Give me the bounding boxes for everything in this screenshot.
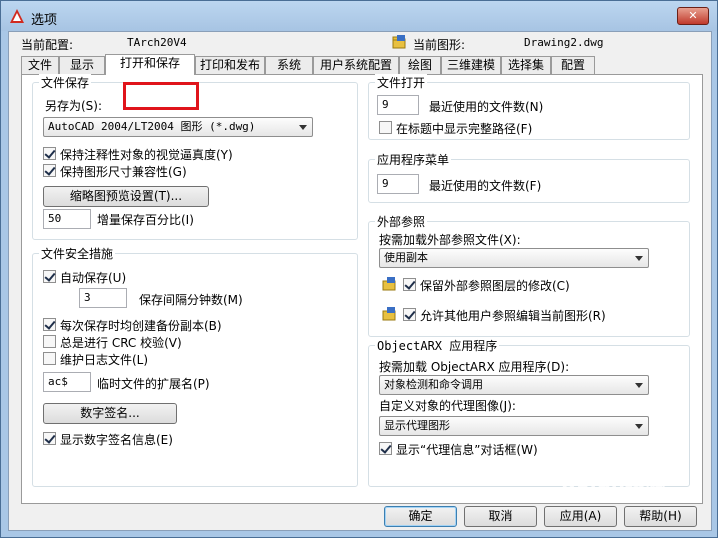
log-file-label: 维护日志文件(L) — [60, 353, 149, 367]
show-proxy-dialog-label: 显示“代理信息”对话框(W) — [396, 443, 538, 457]
tab-highlight-annotation — [123, 82, 199, 110]
current-drawing-label: 当前图形: — [413, 38, 466, 52]
objectarx-title: ObjectARX 应用程序 — [375, 337, 500, 354]
current-profile-value: TArch20V4 — [127, 36, 187, 49]
show-signature-checkbox[interactable] — [43, 432, 56, 445]
thumbnail-settings-button[interactable]: 缩略图预览设置(T)... — [43, 186, 209, 207]
tab-drafting[interactable]: 绘图 — [399, 56, 441, 74]
arx-demand-load-select[interactable]: 对象检测和命令调用 — [379, 375, 649, 395]
full-path-label: 在标题中显示完整路径(F) — [396, 122, 533, 136]
arx-demand-load-label: 按需加载 ObjectARX 应用程序(D): — [379, 360, 570, 374]
proxy-images-label: 自定义对象的代理图像(J): — [379, 399, 516, 413]
xref-layer-icon — [382, 277, 396, 291]
autosave-interval-label: 保存间隔分钟数(M) — [139, 293, 243, 307]
tab-system[interactable]: 系统 — [265, 56, 313, 74]
title-bar[interactable]: 选项 ✕ — [1, 1, 717, 31]
keep-annotative-checkbox[interactable] — [43, 147, 56, 160]
cancel-button[interactable]: 取消 — [464, 506, 537, 527]
incremental-save-label: 增量保存百分比(I) — [97, 213, 194, 227]
crc-label: 总是进行 CRC 校验(V) — [60, 336, 182, 350]
tab-3d-modeling[interactable]: 三维建模 — [441, 56, 501, 74]
file-open-group: 文件打开 9 最近使用的文件数(N) 在标题中显示完整路径(F) — [368, 74, 690, 140]
chevron-down-icon — [635, 256, 643, 261]
proxy-images-select[interactable]: 显示代理图形 — [379, 416, 649, 436]
file-safety-group: 文件安全措施 自动保存(U) 3 保存间隔分钟数(M) 每次保存时均创建备份副本… — [32, 245, 358, 487]
allow-xref-edit-checkbox[interactable] — [403, 308, 416, 321]
show-proxy-dialog-checkbox[interactable] — [379, 442, 392, 455]
tab-plot-and-publish[interactable]: 打印和发布 — [195, 56, 265, 74]
xref-demand-load-select[interactable]: 使用副本 — [379, 248, 649, 268]
tab-user-preferences[interactable]: 用户系统配置 — [313, 56, 399, 74]
chevron-down-icon — [299, 125, 307, 130]
incremental-save-input[interactable]: 50 — [43, 209, 91, 229]
xref-demand-load-label: 按需加载外部参照文件(X): — [379, 233, 521, 247]
open-save-panel: 文件保存 另存为(S): AutoCAD 2004/LT2004 图形 (*.d… — [21, 74, 703, 504]
autosave-checkbox[interactable] — [43, 270, 56, 283]
close-icon: ✕ — [688, 9, 698, 22]
save-as-label: 另存为(S): — [45, 99, 103, 113]
retain-xref-changes-label: 保留外部参照图层的修改(C) — [420, 279, 570, 293]
tab-files[interactable]: 文件 — [21, 56, 59, 74]
digital-signature-button[interactable]: 数字签名... — [43, 403, 177, 424]
close-button[interactable]: ✕ — [677, 7, 709, 25]
file-save-title: 文件保存 — [39, 74, 92, 91]
xref-group: 外部参照 按需加载外部参照文件(X): 使用副本 保留外部参照图层的修改(C) … — [368, 213, 690, 337]
log-file-checkbox[interactable] — [43, 352, 56, 365]
current-profile-label: 当前配置: — [21, 38, 74, 52]
backup-label: 每次保存时均创建备份副本(B) — [60, 319, 222, 333]
tab-display[interactable]: 显示 — [59, 56, 105, 74]
keep-annotative-label: 保持注释性对象的视觉逼真度(Y) — [60, 148, 233, 162]
app-menu-recent-label: 最近使用的文件数(F) — [429, 179, 542, 193]
backup-checkbox[interactable] — [43, 318, 56, 331]
file-safety-title: 文件安全措施 — [39, 245, 116, 262]
save-as-select[interactable]: AutoCAD 2004/LT2004 图形 (*.dwg) — [43, 117, 313, 137]
objectarx-group: ObjectARX 应用程序 按需加载 ObjectARX 应用程序(D): 对… — [368, 337, 690, 487]
tab-open-and-save[interactable]: 打开和保存 — [105, 54, 195, 75]
recent-files-label: 最近使用的文件数(N) — [429, 100, 544, 114]
keep-drawing-size-label: 保持图形尺寸兼容性(G) — [60, 165, 187, 179]
keep-drawing-size-checkbox[interactable] — [43, 164, 56, 177]
ok-button[interactable]: 确定 — [384, 506, 457, 527]
tab-profiles[interactable]: 配置 — [551, 56, 595, 74]
allow-xref-edit-label: 允许其他用户参照编辑当前图形(R) — [420, 309, 606, 323]
full-path-checkbox[interactable] — [379, 121, 392, 134]
file-open-title: 文件打开 — [375, 74, 428, 91]
app-menu-title: 应用程序菜单 — [375, 151, 452, 168]
autosave-interval-input[interactable]: 3 — [79, 288, 127, 308]
current-drawing-value: Drawing2.dwg — [524, 36, 604, 49]
temp-ext-input[interactable]: ac$ — [43, 372, 91, 392]
xref-title: 外部参照 — [375, 213, 428, 230]
temp-ext-label: 临时文件的扩展名(P) — [97, 377, 210, 391]
retain-xref-changes-checkbox[interactable] — [403, 278, 416, 291]
options-dialog: 选项 ✕ 当前配置: TArch20V4 当前图形: Drawing2.dwg … — [0, 0, 718, 538]
chevron-down-icon — [635, 383, 643, 388]
app-menu-group: 应用程序菜单 9 最近使用的文件数(F) — [368, 151, 690, 203]
autocad-app-icon — [10, 9, 24, 23]
crc-checkbox[interactable] — [43, 335, 56, 348]
dialog-client: 当前配置: TArch20V4 当前图形: Drawing2.dwg 文件 显示… — [8, 31, 712, 531]
drawing-icon — [392, 35, 406, 49]
xref-edit-icon — [382, 307, 396, 321]
baidu-watermark: Baidu经验 — [561, 477, 666, 501]
chevron-down-icon — [635, 424, 643, 429]
show-signature-label: 显示数字签名信息(E) — [60, 433, 173, 447]
app-menu-recent-input[interactable]: 9 — [377, 174, 419, 194]
tab-selection[interactable]: 选择集 — [501, 56, 551, 74]
window-title: 选项 — [31, 13, 58, 28]
recent-files-input[interactable]: 9 — [377, 95, 419, 115]
autosave-label: 自动保存(U) — [60, 271, 127, 285]
